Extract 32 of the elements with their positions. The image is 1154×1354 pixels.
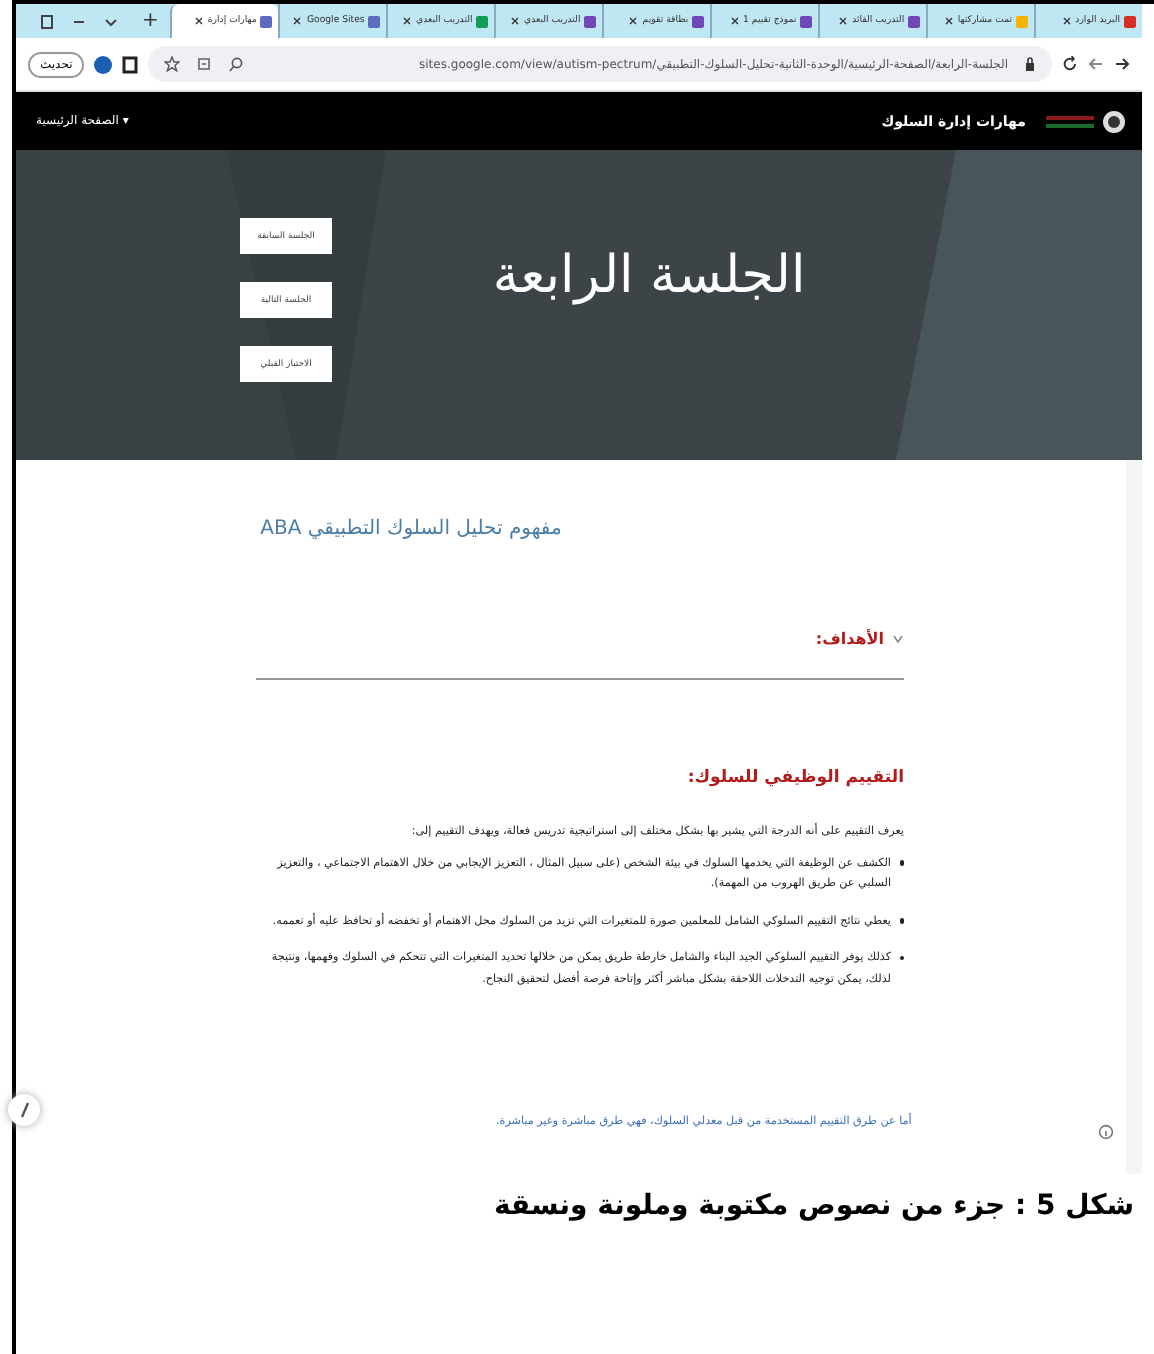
chevron-icon[interactable] xyxy=(104,13,118,29)
reload-icon[interactable] xyxy=(1062,56,1078,72)
pencil-icon xyxy=(19,1102,29,1118)
close-icon[interactable] xyxy=(943,16,954,26)
chevron-icon[interactable] xyxy=(892,634,904,645)
zoom-icon[interactable] xyxy=(228,56,245,72)
close-icon[interactable] xyxy=(193,16,204,26)
subheading: التقييم الوظيفي للسلوك: xyxy=(685,765,904,792)
collapsible-label[interactable]: الأهداف: xyxy=(815,626,884,654)
close-icon[interactable] xyxy=(292,16,303,26)
lock-icon[interactable] xyxy=(1024,56,1036,72)
sidebar-icon[interactable] xyxy=(122,55,139,73)
forward-arrow-icon[interactable] xyxy=(1114,56,1130,72)
back-arrow-icon[interactable] xyxy=(1088,56,1104,72)
close-icon[interactable] xyxy=(402,16,413,26)
star-icon[interactable] xyxy=(164,56,181,72)
profile-avatar-icon[interactable] xyxy=(94,55,113,73)
figure-caption: شكل 5 : جزء من نصوص مكتوبة وملونة ونسقة xyxy=(491,1190,1134,1222)
bullet-icon xyxy=(899,955,904,961)
section-heading: مفهوم تحليل السلوك التطبيقي ABA xyxy=(258,516,564,544)
close-icon[interactable] xyxy=(1061,16,1072,26)
bullet-icon xyxy=(899,860,904,866)
edit-button[interactable] xyxy=(8,1094,40,1126)
close-icon[interactable] xyxy=(510,16,520,26)
logo-icon[interactable] xyxy=(1046,109,1126,133)
info-icon[interactable] xyxy=(1098,1124,1114,1140)
new-tab-button[interactable]: + xyxy=(130,4,171,38)
page-title: الجلسة الرابعة xyxy=(490,246,808,306)
close-icon[interactable] xyxy=(838,16,849,26)
bullet-icon xyxy=(899,918,904,924)
close-icon[interactable] xyxy=(729,16,740,26)
close-icon[interactable] xyxy=(628,16,639,26)
